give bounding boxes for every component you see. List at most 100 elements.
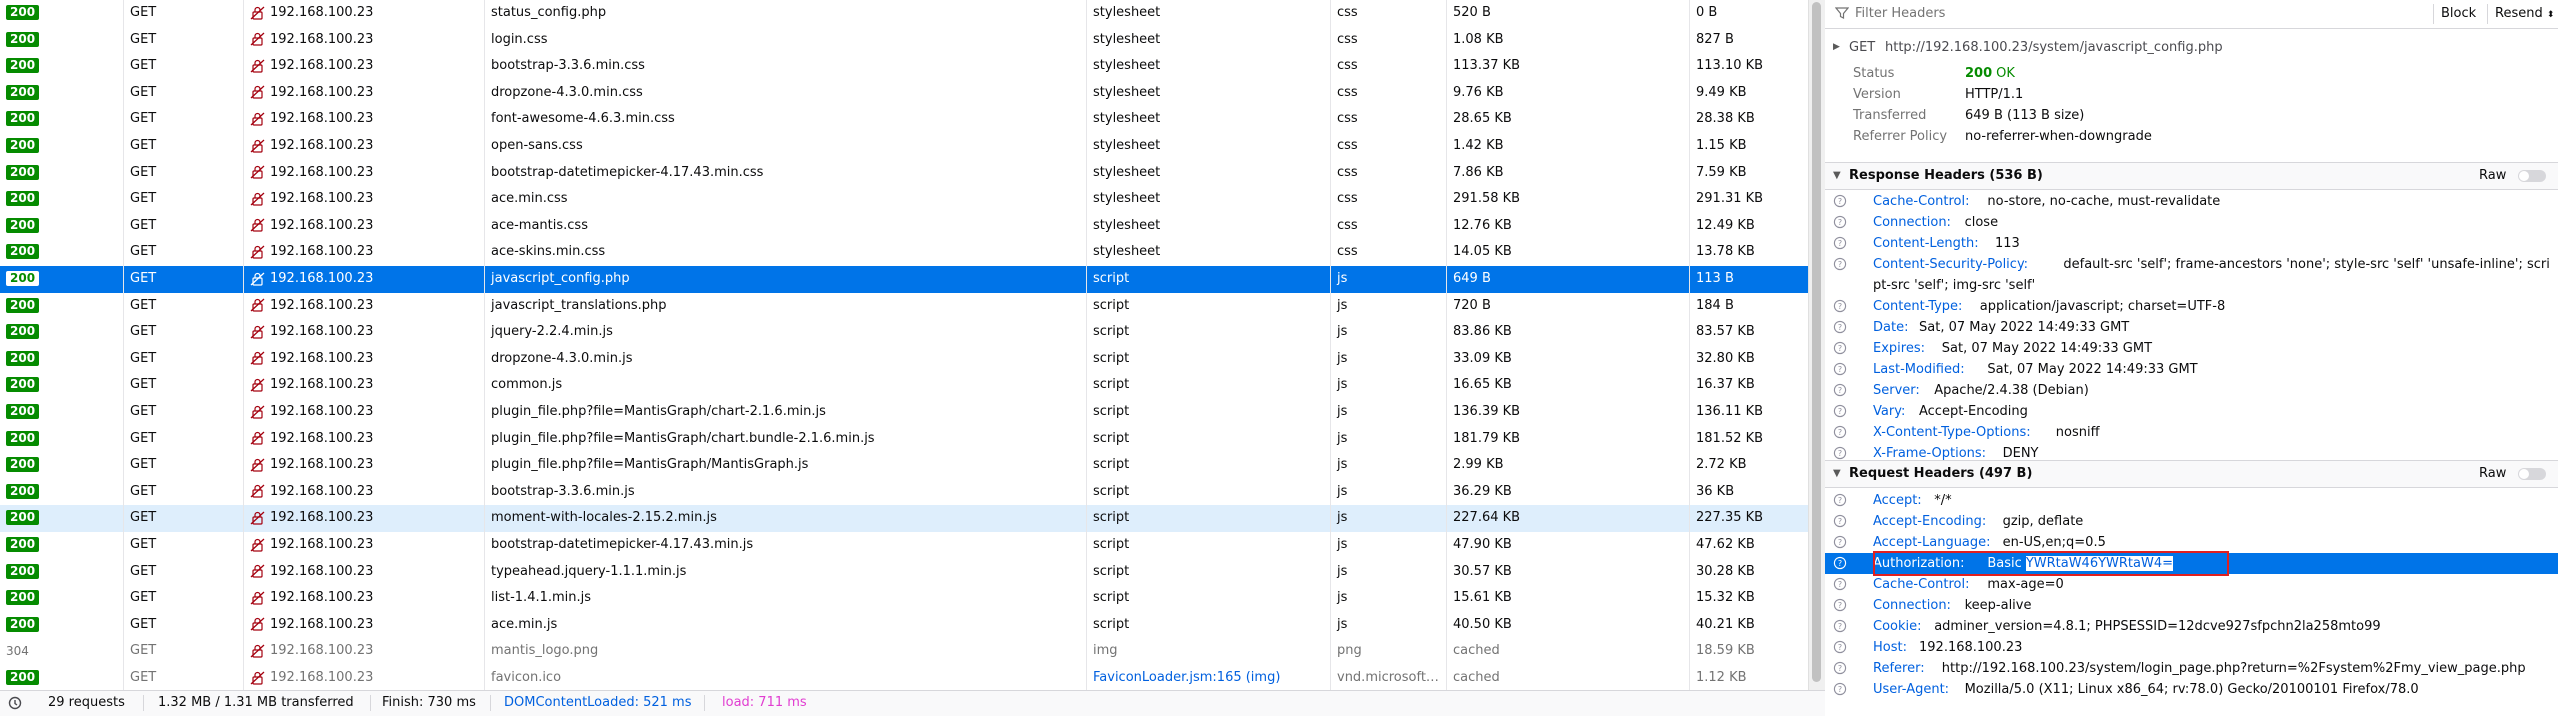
help-icon[interactable]: ? bbox=[1833, 535, 1847, 549]
request-row[interactable]: 200 GET 192.168.100.23 ace-mantis.css styles… bbox=[0, 212, 1808, 240]
domain-text: 192.168.100.23 bbox=[270, 111, 374, 127]
type-cell: js bbox=[1330, 292, 1446, 320]
expand-triangle-icon[interactable]: ▶ bbox=[1833, 42, 1840, 52]
response-headers-section-header[interactable]: ▼ Response Headers (536 B) Raw bbox=[1825, 162, 2558, 190]
resend-button[interactable]: Resend ⬍ bbox=[2495, 0, 2554, 29]
help-icon[interactable]: ? bbox=[1833, 215, 1847, 229]
header-row[interactable]: ? Accept: */* bbox=[1825, 490, 2558, 511]
help-icon[interactable]: ? bbox=[1833, 383, 1847, 397]
header-value-text: Accept-Encoding bbox=[1919, 404, 2028, 419]
help-icon[interactable]: ? bbox=[1833, 661, 1847, 675]
help-icon[interactable]: ? bbox=[1833, 404, 1847, 418]
request-row[interactable]: 200 GET 192.168.100.23 jquery-2.2.4.min.js s… bbox=[0, 319, 1808, 346]
help-icon[interactable]: ? bbox=[1833, 362, 1847, 376]
header-row[interactable]: ? Cookie: adminer_version=4.8.1; PHPSESSID… bbox=[1825, 616, 2558, 637]
request-row[interactable]: 304 GET 192.168.100.23 mantis_logo.png img pn… bbox=[0, 638, 1808, 665]
request-row[interactable]: 200 GET 192.168.100.23 bootstrap-3.3.6.min.… bbox=[0, 53, 1808, 80]
header-row[interactable]: ? Expires: Sat, 07 May 2022 14:49:33 GMT bbox=[1825, 338, 2558, 359]
request-row[interactable]: 200 GET 192.168.100.23 bootstrap-datetimepi… bbox=[0, 532, 1808, 559]
header-row[interactable]: ? Authorization: Basic YWRtaW46YWRtaW4= bbox=[1825, 551, 2558, 576]
header-row[interactable]: ? Cache-Control: max-age=0 bbox=[1825, 574, 2558, 595]
request-row[interactable]: 200 GET 192.168.100.23 javascript_translati… bbox=[0, 292, 1808, 320]
help-icon[interactable]: ? bbox=[1833, 341, 1847, 355]
help-icon[interactable]: ? bbox=[1833, 425, 1847, 439]
header-row[interactable]: ? Content-Length: 113 bbox=[1825, 233, 2558, 254]
request-row[interactable]: 200 GET 192.168.100.23 list-1.4.1.min.js scr… bbox=[0, 585, 1808, 612]
status-cell: 200 bbox=[0, 80, 123, 107]
method-cell: GET bbox=[123, 558, 243, 586]
help-icon[interactable]: ? bbox=[1833, 446, 1847, 460]
header-row[interactable]: ? Cache-Control: no-store, no-cache, must-… bbox=[1825, 191, 2558, 212]
domain-cell: 192.168.100.23 bbox=[243, 186, 484, 213]
request-row[interactable]: 200 GET 192.168.100.23 dropzone-4.3.0.min.j… bbox=[0, 345, 1808, 373]
request-row[interactable]: 200 GET 192.168.100.23 javascript_config.ph… bbox=[0, 266, 1808, 293]
help-icon[interactable]: ? bbox=[1833, 236, 1847, 250]
header-row[interactable]: ? Referer: http://192.168.100.23/system/lo… bbox=[1825, 658, 2558, 679]
header-row[interactable]: ? Accept-Encoding: gzip, deflate bbox=[1825, 511, 2558, 532]
block-button[interactable]: Block bbox=[2441, 0, 2476, 28]
status-badge: 200 bbox=[6, 537, 40, 552]
header-row[interactable]: ? Date: Sat, 07 May 2022 14:49:33 GMT bbox=[1825, 317, 2558, 338]
help-icon[interactable]: ? bbox=[1833, 320, 1847, 334]
request-row[interactable]: 200 GET 192.168.100.23 plugin_file.php?file… bbox=[0, 425, 1808, 453]
help-icon[interactable]: ? bbox=[1833, 577, 1847, 591]
header-value: 113 bbox=[1995, 233, 2020, 254]
scrollbar-thumb[interactable] bbox=[1812, 2, 1821, 682]
type-cell: js bbox=[1330, 611, 1446, 639]
header-row[interactable]: ? Connection: close bbox=[1825, 212, 2558, 233]
header-row[interactable]: ? Content-Type: application/javascript; ch… bbox=[1825, 296, 2558, 317]
domain-text: 192.168.100.23 bbox=[270, 483, 374, 499]
request-row[interactable]: 200 GET 192.168.100.23 login.css stylesheet c… bbox=[0, 26, 1808, 54]
raw-toggle[interactable] bbox=[2518, 170, 2546, 182]
resend-label: Resend bbox=[2495, 6, 2543, 21]
help-icon[interactable]: ? bbox=[1833, 257, 1847, 271]
header-row[interactable]: ? Server: Apache/2.4.38 (Debian) bbox=[1825, 380, 2558, 401]
request-headers-section-header[interactable]: ▼ Request Headers (497 B) Raw bbox=[1825, 460, 2558, 488]
help-icon[interactable]: ? bbox=[1833, 299, 1847, 313]
request-row[interactable]: 200 GET 192.168.100.23 bootstrap-3.3.6.min.… bbox=[0, 478, 1808, 506]
request-row[interactable]: 200 GET 192.168.100.23 ace-skins.min.css sty… bbox=[0, 239, 1808, 266]
request-row[interactable]: 200 GET 192.168.100.23 plugin_file.php?file… bbox=[0, 452, 1808, 479]
request-row[interactable]: 200 GET 192.168.100.23 ace.min.js script js 40… bbox=[0, 611, 1808, 639]
help-icon[interactable]: ? bbox=[1833, 619, 1847, 633]
header-row[interactable]: ? Content-Security-Policy: default-src 'se… bbox=[1825, 254, 2558, 275]
header-value: Sat, 07 May 2022 14:49:33 GMT bbox=[1987, 359, 2197, 380]
header-row[interactable]: ? Connection: keep-alive bbox=[1825, 595, 2558, 616]
header-value-text: DENY bbox=[2002, 446, 2039, 461]
help-icon[interactable]: ? bbox=[1833, 640, 1847, 654]
header-name: Connection: bbox=[1873, 215, 1951, 230]
request-row[interactable]: 200 GET 192.168.100.23 status_config.php sty… bbox=[0, 0, 1808, 27]
header-row[interactable]: ? Accept-Language: en-US,en;q=0.5 bbox=[1825, 532, 2558, 553]
request-row[interactable]: 200 GET 192.168.100.23 open-sans.css stylesh… bbox=[0, 133, 1808, 160]
header-row[interactable]: ? X-Content-Type-Options: nosniff bbox=[1825, 422, 2558, 443]
status-cell: 200 bbox=[0, 266, 123, 293]
request-row[interactable]: 200 GET 192.168.100.23 favicon.ico FaviconLo… bbox=[0, 665, 1808, 692]
header-row[interactable]: ? Vary: Accept-Encoding bbox=[1825, 401, 2558, 422]
help-icon[interactable]: ? bbox=[1833, 194, 1847, 208]
raw-toggle[interactable] bbox=[2518, 468, 2546, 480]
help-icon[interactable]: ? bbox=[1833, 598, 1847, 612]
initiator-cell[interactable]: FaviconLoader.jsm:165 (img) bbox=[1086, 665, 1330, 692]
request-row[interactable]: 200 GET 192.168.100.23 dropzone-4.3.0.min.c… bbox=[0, 79, 1808, 107]
request-row[interactable]: 200 GET 192.168.100.23 plugin_file.php?file… bbox=[0, 399, 1808, 426]
request-row[interactable]: 200 GET 192.168.100.23 bootstrap-datetimepi… bbox=[0, 159, 1808, 187]
domain-text: 192.168.100.23 bbox=[270, 138, 374, 153]
request-list-scrollbar[interactable] bbox=[1808, 0, 1825, 690]
filter-headers-input[interactable]: Filter Headers bbox=[1855, 0, 1945, 28]
header-row[interactable]: ? Last-Modified: Sat, 07 May 2022 14:49:33… bbox=[1825, 359, 2558, 380]
help-icon[interactable]: ? bbox=[1833, 493, 1847, 507]
request-row[interactable]: 200 GET 192.168.100.23 ace.min.css styleshee… bbox=[0, 186, 1808, 213]
help-icon[interactable]: ? bbox=[1833, 556, 1847, 570]
request-row[interactable]: 200 GET 192.168.100.23 moment-with-locales-… bbox=[0, 505, 1808, 532]
transferred-cell: 14.05 KB bbox=[1446, 239, 1689, 266]
help-icon[interactable]: ? bbox=[1833, 682, 1847, 696]
header-row[interactable]: ? Host: 192.168.100.23 bbox=[1825, 637, 2558, 658]
svg-text:?: ? bbox=[1838, 538, 1842, 547]
request-row[interactable]: 200 GET 192.168.100.23 typeahead.jquery-1.1… bbox=[0, 558, 1808, 586]
request-row[interactable]: 200 GET 192.168.100.23 common.js script js 16.… bbox=[0, 372, 1808, 399]
request-row[interactable]: 200 GET 192.168.100.23 font-awesome-4.6.3.m… bbox=[0, 106, 1808, 133]
domain-cell: 192.168.100.23 bbox=[243, 133, 484, 160]
header-row[interactable]: ? User-Agent: Mozilla/5.0 (X11; Linux x86_… bbox=[1825, 679, 2558, 700]
request-url[interactable]: http://192.168.100.23/system/javascript_… bbox=[1885, 40, 2223, 55]
help-icon[interactable]: ? bbox=[1833, 514, 1847, 528]
